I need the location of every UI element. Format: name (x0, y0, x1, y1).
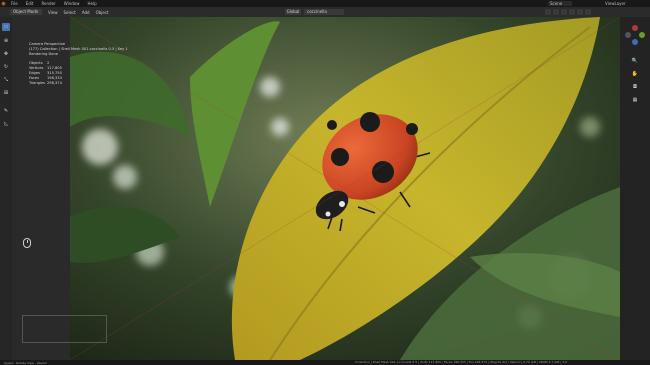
rotate-icon[interactable]: ↻ (2, 63, 10, 71)
status-bar: Select · Rotate View · Object Collection… (0, 360, 650, 365)
zoom-icon[interactable]: 🔍 (631, 57, 639, 65)
header-center-controls: Global coccinella (285, 9, 344, 15)
menu-window[interactable]: Window (60, 1, 84, 6)
perspective-toggle-icon[interactable]: ▦ (631, 96, 639, 104)
navigation-gizmo-panel: 🔍 ✋ ◘ ▦ (620, 17, 650, 360)
solid-shading-icon[interactable] (569, 9, 575, 15)
header-menu-object[interactable]: Object (96, 10, 109, 15)
annotate-icon[interactable]: ✎ (2, 107, 10, 115)
menu-file[interactable]: File (7, 1, 22, 6)
rendered-shading-icon[interactable] (585, 9, 591, 15)
viewport-header: Object Mode View Select Add Object Globa… (0, 7, 650, 17)
workspace-selector[interactable]: Scene (548, 0, 572, 7)
stat-row: Triangles 298,374 (29, 81, 62, 86)
shading-controls (545, 9, 591, 15)
status-scene-info: Collection | Shell Mesh 001.coccinella 0… (355, 360, 568, 364)
z-axis-icon[interactable] (632, 39, 638, 45)
region-overlap-box (22, 315, 107, 343)
mouse-icon (23, 238, 31, 248)
view-axis-icon[interactable] (625, 32, 631, 38)
move-icon[interactable]: ✥ (2, 50, 10, 58)
view-layer-selector[interactable]: ViewLayer (605, 0, 626, 7)
3d-viewport[interactable]: Camera Perspective (177) Collection | Sh… (12, 17, 620, 360)
header-menu-select[interactable]: Select (64, 10, 76, 15)
scale-icon[interactable]: ⤡ (2, 76, 10, 84)
transform-icon[interactable]: ⊞ (2, 89, 10, 97)
xray-toggle-icon[interactable] (553, 9, 559, 15)
object-mode-dropdown[interactable]: Object Mode (10, 9, 42, 15)
transform-orientation-dropdown[interactable]: Global (285, 9, 301, 15)
header-menu-add[interactable]: Add (82, 10, 90, 15)
viewport-stats-overlay: Camera Perspective (177) Collection | Sh… (29, 42, 128, 87)
tool-shelf: ▭ ⊕ ✥ ↻ ⤡ ⊞ ✎ ◺ (0, 17, 12, 360)
blender-logo-icon[interactable]: ◉ (0, 0, 7, 7)
select-box-icon[interactable]: ▭ (2, 23, 10, 31)
overlay-toggle-icon[interactable] (545, 9, 551, 15)
wireframe-shading-icon[interactable] (561, 9, 567, 15)
material-shading-icon[interactable] (577, 9, 583, 15)
image-selector[interactable]: coccinella (304, 9, 344, 15)
pan-hand-icon[interactable]: ✋ (631, 70, 639, 78)
render-preview (70, 17, 620, 360)
camera-view-icon[interactable]: ◘ (631, 83, 639, 91)
header-menu-view[interactable]: View (48, 10, 58, 15)
top-menu-bar: ◉ File Edit Render Window Help Scene Vie… (0, 0, 650, 7)
menu-render[interactable]: Render (37, 1, 59, 6)
status-keymap-hints: Select · Rotate View · Object (4, 360, 47, 365)
scene-selector[interactable]: Scene (548, 1, 572, 6)
menu-help[interactable]: Help (83, 1, 100, 6)
x-axis-icon[interactable] (632, 25, 638, 31)
y-axis-icon[interactable] (639, 32, 645, 38)
cursor-icon[interactable]: ⊕ (2, 37, 10, 45)
measure-icon[interactable]: ◺ (2, 120, 10, 128)
menu-edit[interactable]: Edit (22, 1, 38, 6)
